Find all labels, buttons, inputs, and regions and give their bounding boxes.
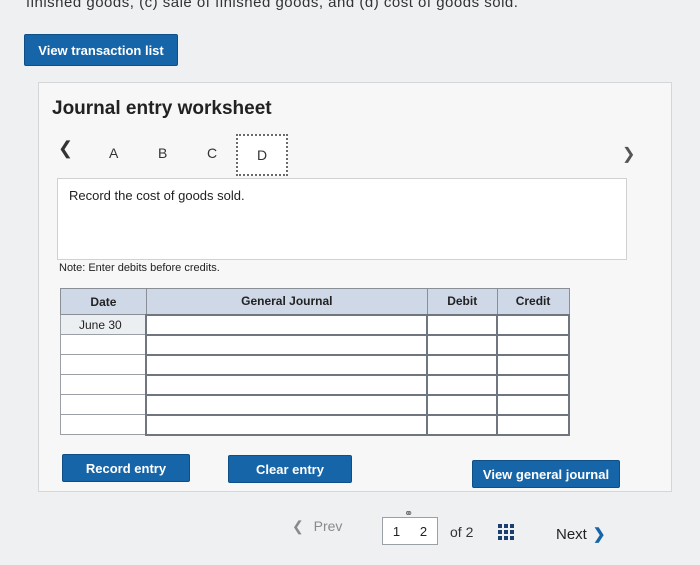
header-credit: Credit [496,288,570,315]
next-entry-chevron-icon[interactable]: ❯ [622,144,635,164]
prev-entry-chevron-icon[interactable]: ❮ [58,138,73,159]
prev-button[interactable]: ❮ Prev [292,518,342,535]
page-2[interactable]: 2 [420,524,427,539]
page-selector[interactable]: 1 2 [382,517,438,545]
grid-icon[interactable] [498,524,514,540]
credit-input[interactable] [496,313,570,336]
table-row [60,333,570,356]
table-row [60,373,570,396]
note-text: Note: Enter debits before credits. [59,262,220,274]
page-1[interactable]: 1 [393,524,400,539]
tab-b[interactable]: B [158,145,167,161]
account-input[interactable] [145,333,429,356]
account-input[interactable] [145,413,429,436]
date-cell: June 30 [60,314,147,335]
date-cell [60,374,147,395]
credit-input[interactable] [496,413,570,436]
credit-input[interactable] [496,373,570,396]
debit-input[interactable] [426,313,499,336]
view-transaction-list-button[interactable]: View transaction list [24,34,178,66]
worksheet-title: Journal entry worksheet [52,98,272,119]
chevron-left-icon: ❮ [292,518,304,534]
table-row [60,413,570,436]
credit-input[interactable] [496,333,570,356]
chevron-right-icon: ❯ [592,526,606,543]
prev-label: Prev [313,518,343,534]
debit-input[interactable] [426,333,499,356]
date-cell [60,414,147,435]
clear-entry-button[interactable]: Clear entry [228,455,352,483]
table-row [60,393,570,416]
debit-input[interactable] [426,373,499,396]
tab-d-label: D [256,147,268,163]
record-entry-button[interactable]: Record entry [62,454,190,482]
table-row [60,353,570,376]
tab-d-active[interactable]: D [236,134,288,176]
account-input[interactable] [145,353,429,376]
account-input[interactable] [145,373,429,396]
debit-input[interactable] [426,413,499,436]
next-label: Next [556,526,587,543]
header-date: Date [60,288,147,315]
tab-c[interactable]: C [207,145,217,161]
table-row: June 30 [60,313,570,336]
account-input[interactable] [145,393,429,416]
date-cell [60,334,147,355]
credit-input[interactable] [496,393,570,416]
journal-table: Date General Journal Debit Credit June 3… [60,288,570,436]
header-debit: Debit [426,288,498,315]
date-cell [60,354,147,375]
date-cell [60,394,147,415]
next-button[interactable]: Next ❯ [556,525,605,543]
debit-input[interactable] [426,393,499,416]
question-text-fragment: finished goods, (c) sale of finished goo… [26,0,519,11]
debit-input[interactable] [426,353,499,376]
account-input[interactable] [145,313,429,336]
header-general-journal: General Journal [145,288,428,315]
credit-input[interactable] [496,353,570,376]
instruction-text: Record the cost of goods sold. [69,188,245,203]
page-total: of 2 [450,524,474,540]
tab-a[interactable]: A [109,145,118,161]
view-general-journal-button[interactable]: View general journal [472,460,620,488]
